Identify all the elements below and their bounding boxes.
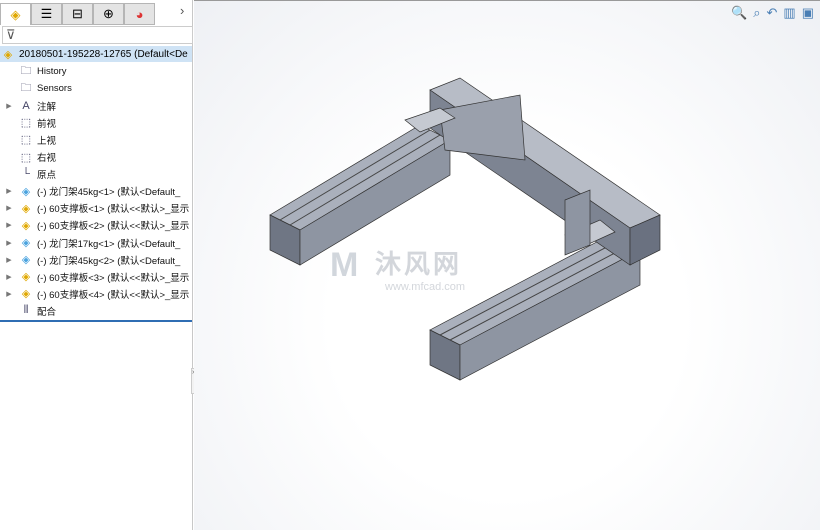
tree-item-label: (-) 龙门架45kg<1> (默认<Default_ (37, 187, 181, 199)
part-icon: ◈ (21, 288, 31, 301)
expand-arrow-icon[interactable]: ▶ (0, 273, 18, 281)
plane-icon: ⬚ (20, 117, 32, 130)
plane-icon: ⬚ (20, 151, 32, 164)
tab-dimxpert[interactable]: ⊕ (93, 3, 124, 25)
expand-arrow-icon[interactable]: ▶ (0, 290, 18, 298)
tree-item-label: (-) 60支撑板<3> (默认<<默认>_显示 (37, 272, 190, 284)
zoom-to-fit-icon[interactable]: 🔍 (731, 5, 747, 21)
display-manager-icon: ◕ (135, 6, 144, 22)
feature-manager-icon: ◈ (10, 6, 21, 22)
tree-item-label: (-) 龙门架45kg<2> (默认<Default_ (37, 255, 181, 267)
tree-item-label: 注解 (37, 101, 57, 113)
tree-item-label: (-) 60支撑板<2> (默认<<默认>_显示 (37, 221, 190, 233)
dimxpert-icon: ⊕ (103, 6, 114, 21)
configuration-manager-icon: ⊟ (72, 6, 83, 21)
subassembly-icon: ◈ (21, 185, 31, 198)
subassembly-icon: ◈ (21, 237, 31, 249)
tree-item[interactable]: ▶ ◈ (-) 龙门架17kg<1> (默认<Default_ (0, 234, 192, 251)
previous-view-icon[interactable]: ↶ (767, 5, 778, 21)
tree-item[interactable]: ▶ ◈ (-) 60支撑板<4> (默认<<默认>_显示 (0, 285, 192, 302)
chevron-right-icon[interactable]: › (180, 3, 184, 18)
subassembly-icon: ◈ (21, 254, 31, 267)
origin-icon: └ (22, 168, 30, 181)
annotations-icon: A (22, 99, 30, 112)
tree-item-label: (-) 60支撑板<4> (默认<<默认>_显示 (37, 289, 190, 301)
tree-item[interactable]: ⬚ 前视 (0, 114, 192, 131)
panel-tabs: ◈ ☰ ⊟ ⊕ ◕ (0, 3, 193, 25)
heads-up-view-toolbar: 🔍 ⌕ ↶ ▥ ▣ (731, 5, 814, 21)
part-icon: ◈ (21, 202, 31, 215)
expand-arrow-icon[interactable]: ▶ (0, 187, 18, 195)
expand-arrow-icon[interactable]: ▶ (0, 102, 18, 110)
filter-icon: ⊽ (6, 27, 16, 42)
tab-property-manager[interactable]: ☰ (31, 3, 62, 25)
zoom-to-area-icon[interactable]: ⌕ (753, 5, 760, 21)
tree-item-label: (-) 龙门架17kg<1> (默认<Default_ (37, 238, 181, 250)
watermark: M 沐风网 www.mfcad.com (330, 244, 465, 293)
part-icon: ◈ (21, 271, 31, 284)
tree-item[interactable]: ▶ ◈ (-) 60支撑板<1> (默认<<默认>_显示 (0, 200, 192, 217)
gantry-model (269, 77, 661, 381)
section-view-icon[interactable]: ▥ (783, 5, 795, 21)
tree-item-label: History (37, 66, 67, 77)
tree-item-label: Sensors (37, 83, 72, 95)
tab-feature-manager[interactable]: ◈ (0, 3, 31, 25)
watermark-url: www.mfcad.com (385, 281, 466, 293)
view-orientation-icon[interactable]: ▣ (802, 5, 814, 21)
tree-item[interactable]: └ 原点 (0, 166, 192, 183)
tree-item[interactable]: ▶ A 注解 (0, 97, 192, 114)
tab-display-manager[interactable]: ◕ (124, 3, 155, 25)
plane-icon: ⬚ (20, 134, 32, 147)
tree-end-divider (0, 320, 192, 322)
expand-arrow-icon[interactable]: ▶ (0, 204, 18, 212)
part-icon: ◈ (21, 219, 31, 232)
tree-item-label: 上视 (37, 135, 57, 147)
expand-arrow-icon[interactable]: ▶ (0, 239, 18, 247)
tree-item-label: 前视 (37, 118, 57, 130)
watermark-title: 沐风网 (375, 249, 463, 279)
tree-root-assembly[interactable]: ◈ 20180501-195228-12765 (Default<De (0, 46, 192, 62)
tree-item-label: 右视 (37, 153, 57, 164)
tree-item[interactable]: ▶ ◈ (-) 60支撑板<3> (默认<<默认>_显示 (0, 268, 192, 285)
tree-item[interactable]: ⬚ 右视 (0, 149, 192, 166)
watermark-logo: M (330, 246, 359, 284)
tree-item-label: 配合 (37, 306, 57, 318)
assembly-icon: ◈ (3, 48, 13, 61)
graphics-area[interactable]: 🔍 ⌕ ↶ ▥ ▣ (194, 0, 820, 530)
tree-item[interactable]: ⬚ 上视 (0, 131, 192, 148)
root-label: 20180501-195228-12765 (Default<De (19, 48, 188, 60)
property-manager-icon: ☰ (40, 6, 53, 21)
tree-item[interactable]: ▶ ◈ (-) 龙门架45kg<2> (默认<Default_ (0, 251, 192, 268)
tree-item[interactable]: ⫴ 配合 (0, 302, 192, 319)
mates-icon: ⫴ (23, 304, 29, 317)
tree-item-label: 原点 (37, 170, 57, 182)
expand-arrow-icon[interactable]: ▶ (0, 221, 18, 229)
filter-button[interactable]: ⊽ (2, 26, 193, 44)
tree-item[interactable]: ▶ ◈ (-) 60支撑板<2> (默认<<默认>_显示 (0, 217, 192, 234)
tab-configuration-manager[interactable]: ⊟ (62, 3, 93, 25)
feature-manager-panel: ◈ ☰ ⊟ ⊕ ◕ › ⊽ ◈ 20180501-195228-12765 (De… (0, 0, 197, 530)
history-folder-icon: 🗀 (20, 65, 32, 77)
tree-item[interactable]: 🗀 History (0, 63, 192, 80)
tree-item-label: (-) 60支撑板<1> (默认<<默认>_显示 (37, 204, 190, 216)
expand-arrow-icon[interactable]: ▶ (0, 256, 18, 264)
sensors-folder-icon: 🗀 (20, 82, 32, 95)
top-border (194, 0, 820, 1)
tree-item[interactable]: ▶ ◈ (-) 龙门架45kg<1> (默认<Default_ (0, 183, 192, 200)
tree-item[interactable]: 🗀 Sensors (0, 80, 192, 97)
